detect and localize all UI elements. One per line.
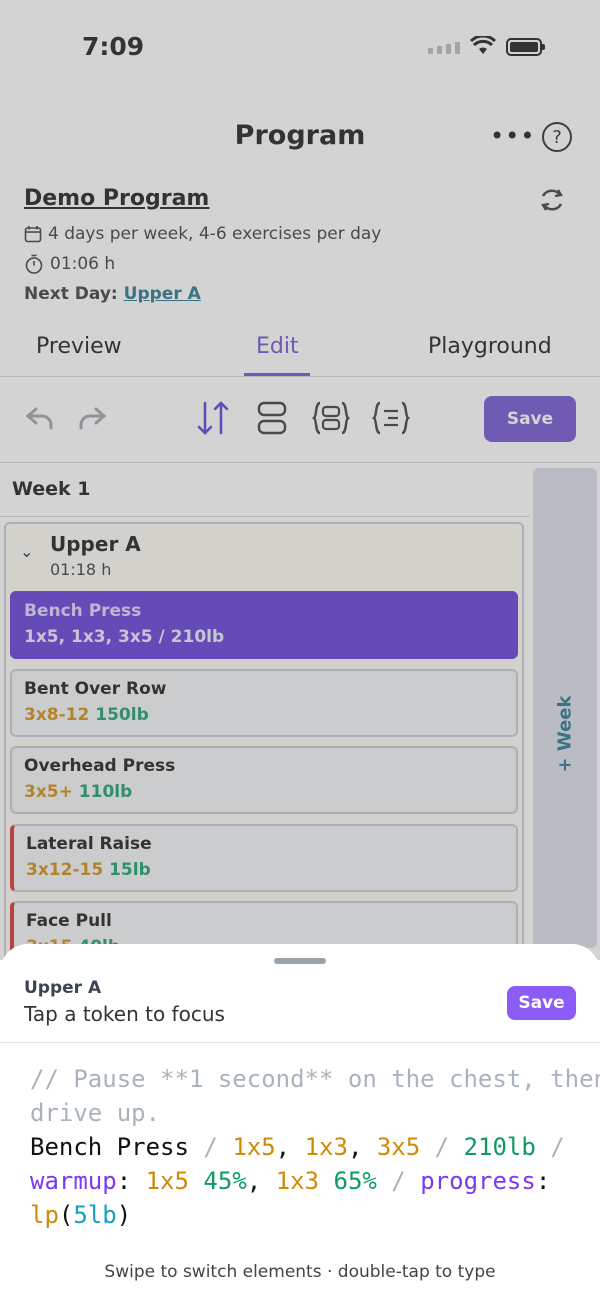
program-screen: 7:09 Program ••• ? Demo Program 4 days p…: [0, 0, 600, 1304]
token-comma: ,: [246, 1167, 276, 1195]
token-comma: ,: [275, 1133, 305, 1161]
sheet-save-button[interactable]: Save: [507, 986, 576, 1020]
token-set[interactable]: 1x3: [276, 1167, 319, 1195]
sheet-footer-hint: Swipe to switch elements · double-tap to…: [104, 1262, 496, 1282]
bottom-sheet: Upper A Tap a token to focus Save // Pau…: [0, 944, 600, 1304]
token-separator: /: [376, 1167, 421, 1195]
code-comment[interactable]: // Pause **1 second** on the chest, then: [30, 1065, 600, 1093]
token-colon: :: [116, 1167, 146, 1195]
token-set[interactable]: 1x5: [232, 1133, 275, 1161]
token-percent[interactable]: 45%: [203, 1167, 246, 1195]
token-progress-keyword[interactable]: progress: [420, 1167, 536, 1195]
token-percent[interactable]: 65%: [334, 1167, 377, 1195]
sheet-hint: Tap a token to focus: [24, 1002, 225, 1026]
token-paren: (: [58, 1201, 74, 1229]
token-comma: ,: [347, 1133, 377, 1161]
code-editor[interactable]: // Pause **1 second** on the chest, then…: [30, 1062, 600, 1232]
token-argument[interactable]: 5lb: [73, 1201, 116, 1229]
token-weight[interactable]: 210lb: [464, 1133, 536, 1161]
divider: [0, 1042, 600, 1043]
token-separator: /: [420, 1133, 464, 1161]
code-comment[interactable]: drive up.: [30, 1099, 160, 1127]
token-progression-function[interactable]: lp: [30, 1201, 59, 1229]
token-paren: ): [116, 1201, 132, 1229]
modal-backdrop[interactable]: [0, 0, 600, 960]
drag-handle[interactable]: [274, 958, 326, 964]
token-set[interactable]: 3x5: [377, 1133, 420, 1161]
token-set[interactable]: 1x5: [146, 1167, 189, 1195]
sheet-day-label: Upper A: [24, 978, 102, 998]
token-exercise-name[interactable]: Bench Press: [30, 1133, 189, 1161]
token-set[interactable]: 1x3: [305, 1133, 348, 1161]
token-warmup-keyword[interactable]: warmup: [30, 1167, 117, 1195]
token-separator: /: [535, 1133, 565, 1161]
token-colon: :: [535, 1167, 551, 1195]
token-separator: /: [188, 1133, 233, 1161]
